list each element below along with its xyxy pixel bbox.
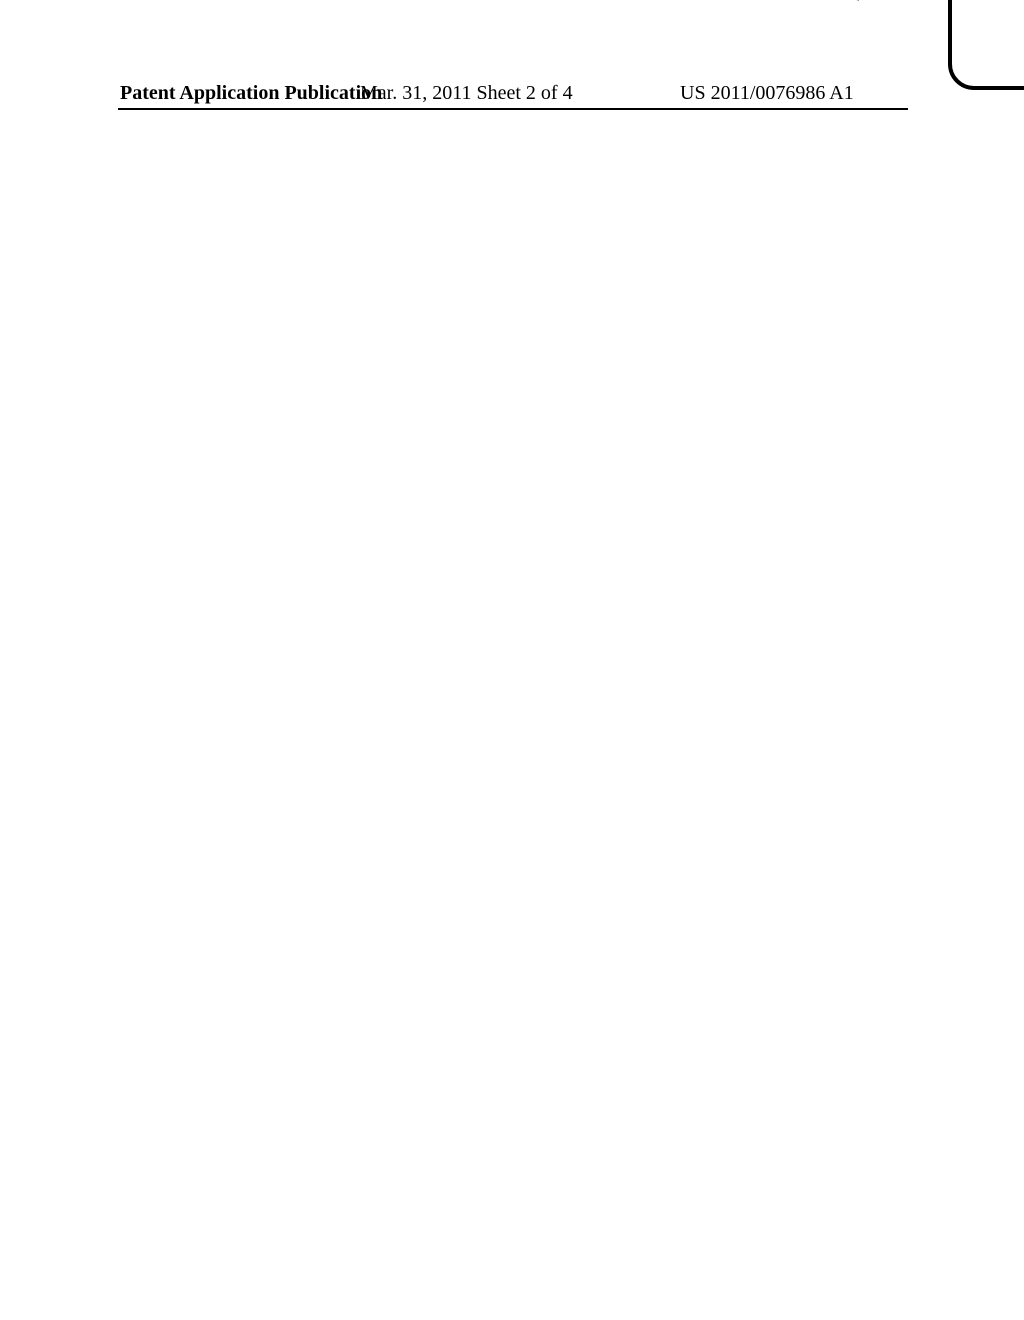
- header-rule: [118, 108, 908, 110]
- header-date: Mar. 31, 2011 Sheet 2 of 4: [360, 82, 573, 105]
- figure-2: 200 FIG. 2 WIRELESS MOBILE DEVICE 102 SE…: [818, 0, 1024, 150]
- header-pub: Patent Application Publication: [120, 82, 382, 105]
- connectors-svg: [818, 0, 1024, 150]
